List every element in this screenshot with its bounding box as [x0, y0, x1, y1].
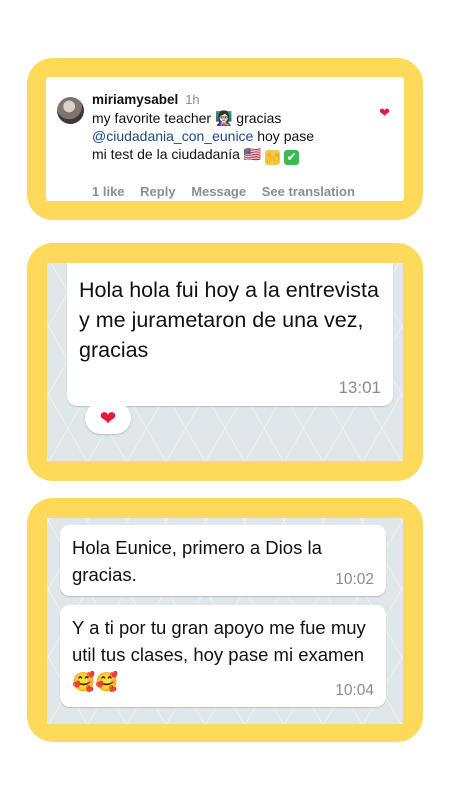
comment-card: miriamysabel 1h my favorite teacher 👩🏻‍🏫…	[27, 58, 423, 220]
message-button[interactable]: Message	[191, 184, 246, 199]
comment-text-line3: mi test de la ciudadanía	[92, 146, 240, 162]
like-heart-icon[interactable]: ❤	[379, 106, 390, 119]
heart-reaction-icon[interactable]: ❤	[85, 402, 131, 434]
comment-text: my favorite teacher	[92, 110, 212, 126]
comment-username[interactable]: miriamysabel	[92, 92, 178, 107]
instagram-comment: miriamysabel 1h my favorite teacher 👩🏻‍🏫…	[46, 77, 404, 201]
check-mark-icon: ✔	[283, 150, 299, 165]
chat-card-1: Hola hola fui hoy a la entrevista y me j…	[27, 243, 423, 481]
comment-actions: 1 like Reply Message See translation	[92, 184, 367, 199]
message-text: Hola Eunice, primero a Dios la gracias.	[72, 537, 322, 585]
message-time: 13:01	[338, 378, 381, 397]
chat-background: Hola Eunice, primero a Dios la gracias. …	[47, 518, 403, 724]
chat-bubble[interactable]: Y a ti por tu gran apoyo me fue muy util…	[60, 605, 386, 707]
chat-card-2: Hola Eunice, primero a Dios la gracias. …	[27, 498, 423, 742]
message-time: 10:02	[335, 571, 374, 588]
mention-link[interactable]: @ciudadania_con_eunice	[92, 128, 253, 144]
teacher-emoji-icon: 👩🏻‍🏫	[214, 110, 233, 126]
chat-background: Hola hola fui hoy a la entrevista y me j…	[47, 263, 403, 461]
comment-time: 1h	[185, 92, 200, 107]
comment-text-gracias: gracias	[236, 110, 282, 126]
likes-count[interactable]: 1 like	[92, 184, 125, 199]
see-translation-button[interactable]: See translation	[262, 184, 355, 199]
us-flag-icon: 🇺🇸	[243, 146, 262, 162]
comment-text-hoy-pase: hoy pase	[257, 128, 315, 144]
comment-body: miriamysabel 1h my favorite teacher 👩🏻‍🏫…	[92, 90, 392, 165]
avatar[interactable]	[57, 97, 84, 124]
raised-hands-icon: 🙌	[265, 150, 281, 165]
message-time: 10:04	[335, 682, 374, 699]
chat-bubble[interactable]: Hola hola fui hoy a la entrevista y me j…	[67, 263, 393, 406]
message-text: Y a ti por tu gran apoyo me fue muy util…	[72, 617, 366, 692]
chat-bubble[interactable]: Hola Eunice, primero a Dios la gracias. …	[60, 525, 386, 596]
message-text: Hola hola fui hoy a la entrevista y me j…	[79, 278, 379, 362]
reply-button[interactable]: Reply	[140, 184, 175, 199]
